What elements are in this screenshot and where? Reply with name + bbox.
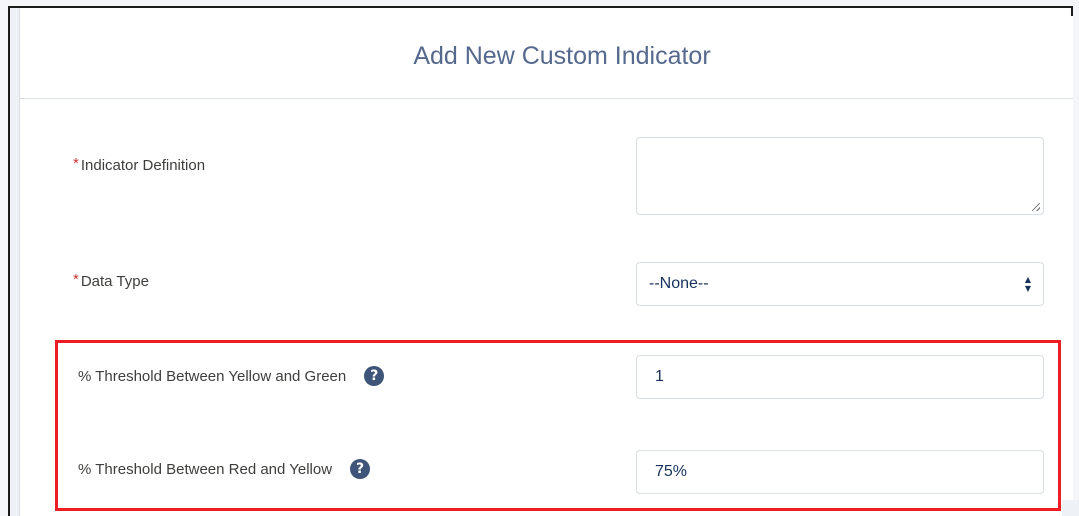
data-type-label-text: Data Type (80, 273, 149, 290)
modal-title: Add New Custom Indicator (413, 42, 711, 70)
required-marker: * (73, 271, 79, 288)
indicator-definition-label: * Indicator Definition (73, 155, 206, 174)
indicator-definition-label-text: Indicator Definition (80, 157, 206, 174)
highlight-annotation-box (55, 340, 1061, 511)
data-type-selected-value: --None-- (649, 275, 709, 292)
data-type-label: * Data Type (73, 271, 149, 290)
data-type-select[interactable]: --None-- ▲ ▼ (636, 262, 1044, 306)
left-edge-strip (10, 8, 20, 516)
resize-grip-icon[interactable] (1032, 203, 1040, 211)
corner-shadow (1062, 500, 1079, 516)
indicator-definition-wrapper (636, 137, 1044, 215)
indicator-definition-textarea[interactable] (636, 137, 1044, 215)
up-down-arrows-icon: ▲ ▼ (1024, 275, 1032, 293)
modal-header: Add New Custom Indicator (20, 16, 1073, 99)
required-marker: * (73, 155, 79, 172)
